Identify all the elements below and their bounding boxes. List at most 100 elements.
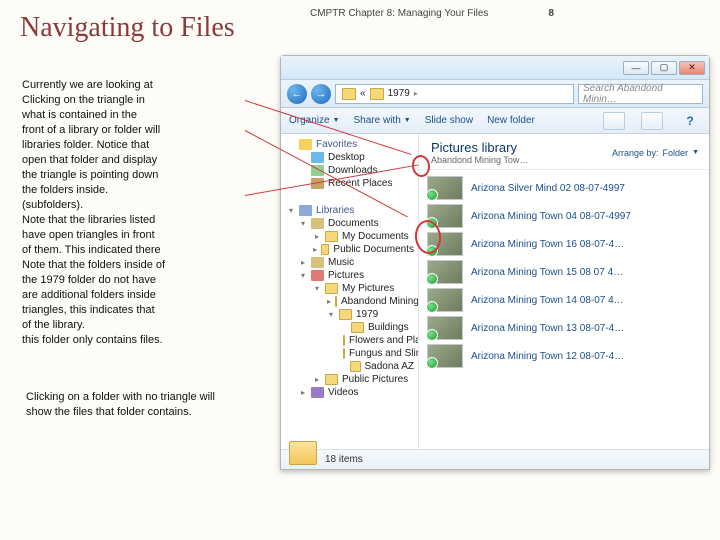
file-list[interactable]: Arizona Silver Mind 02 08-07-4997 Arizon… [419, 170, 709, 449]
tree-sadona: Sadona AZ [281, 360, 418, 373]
tree-downloads: Downloads [281, 164, 418, 177]
list-item[interactable]: Arizona Mining Town 16 08-07-4… [427, 230, 701, 258]
navigation-tree[interactable]: Favorites Desktop Downloads Recent Place… [281, 134, 419, 449]
crumb-1979[interactable]: 1979 [388, 88, 410, 99]
explanation-paragraph-1: Currently we are looking at Clicking on … [22, 78, 257, 348]
thumbnail-icon [427, 344, 463, 368]
triangle-down-icon[interactable] [327, 310, 335, 319]
tree-public-pictures: Public Pictures [281, 373, 418, 386]
search-input[interactable]: Search Abandond Minin… [578, 84, 703, 104]
back-button[interactable]: ← [287, 84, 307, 104]
slideshow-button[interactable]: Slide show [425, 115, 473, 126]
libraries-icon [299, 205, 312, 216]
minimize-button[interactable]: — [623, 61, 649, 75]
forward-button[interactable]: → [311, 84, 331, 104]
folder-icon [342, 88, 356, 100]
thumbnail-icon [427, 204, 463, 228]
videos-icon [311, 387, 324, 398]
tree-music: Music [281, 256, 418, 269]
preview-pane-button[interactable] [641, 112, 663, 130]
page-number: 8 [548, 8, 554, 19]
thumbnail-icon [427, 316, 463, 340]
triangle-down-icon[interactable] [299, 271, 307, 280]
view-button[interactable] [603, 112, 625, 130]
folder-icon [325, 283, 338, 294]
triangle-right-icon[interactable] [313, 232, 321, 241]
triangle-down-icon[interactable] [299, 219, 307, 228]
triangle-down-icon[interactable] [313, 284, 321, 293]
maximize-button[interactable]: ▢ [651, 61, 677, 75]
chevron-down-icon: ▼ [692, 149, 699, 156]
new-folder-button[interactable]: New folder [487, 115, 535, 126]
library-header: Pictures library Abandond Mining Tow… Ar… [419, 134, 709, 170]
library-subtitle: Abandond Mining Tow… [431, 155, 528, 165]
tree-my-documents: My Documents [281, 230, 418, 243]
chevron-down-icon: ▼ [333, 117, 340, 124]
thumbnail-icon [427, 176, 463, 200]
folder-icon [343, 335, 345, 346]
tree-buildings: Buildings [281, 321, 418, 334]
triangle-down-icon[interactable] [287, 206, 295, 215]
list-item[interactable]: Arizona Mining Town 12 08-07-4… [427, 342, 701, 370]
triangle-right-icon[interactable] [299, 388, 307, 397]
list-item[interactable]: Arizona Mining Town 14 08-07 4… [427, 286, 701, 314]
list-item[interactable]: Arizona Mining Town 13 08-07-4… [427, 314, 701, 342]
folder-icon [339, 309, 352, 320]
crumb-back[interactable]: « [360, 88, 366, 99]
status-bar: 18 items [281, 449, 709, 469]
address-bar: ← → « 1979 ▸ Search Abandond Minin… [281, 80, 709, 108]
thumbnail-icon [427, 232, 463, 256]
downloads-icon [311, 165, 324, 176]
triangle-right-icon[interactable] [313, 375, 321, 384]
library-title: Pictures library [431, 140, 528, 155]
chapter-label: CMPTR Chapter 8: Managing Your Files [310, 8, 488, 19]
triangle-right-icon[interactable] [299, 258, 307, 267]
star-icon [299, 139, 312, 150]
organize-menu[interactable]: Organize▼ [289, 115, 340, 126]
breadcrumb[interactable]: « 1979 ▸ [335, 84, 574, 104]
chevron-down-icon: ▼ [404, 117, 411, 124]
pictures-icon [311, 270, 324, 281]
folder-icon [325, 231, 338, 242]
tree-recent: Recent Places [281, 177, 418, 190]
list-item[interactable]: Arizona Mining Town 15 08 07 4… [427, 258, 701, 286]
folder-icon [335, 296, 337, 307]
folder-icon [350, 361, 361, 372]
music-icon [311, 257, 324, 268]
folder-icon [325, 374, 338, 385]
folder-icon [321, 244, 329, 255]
tree-public-documents: Public Documents [281, 243, 418, 256]
chevron-right-icon[interactable]: ▸ [414, 89, 418, 98]
window-titlebar[interactable]: — ▢ ✕ [281, 56, 709, 80]
list-item[interactable]: Arizona Silver Mind 02 08-07-4997 [427, 174, 701, 202]
folder-icon [289, 441, 317, 465]
documents-icon [311, 218, 324, 229]
tree-libraries: Libraries [281, 204, 418, 217]
folder-icon [351, 322, 364, 333]
tree-pictures: Pictures [281, 269, 418, 282]
explanation-paragraph-2: Clicking on a folder with no triangle wi… [26, 390, 236, 420]
arrange-by-menu[interactable]: Arrange by: Folder ▼ [612, 148, 699, 158]
tree-favorites: Favorites [281, 138, 418, 151]
tree-my-pictures: My Pictures [281, 282, 418, 295]
content-pane: Pictures library Abandond Mining Tow… Ar… [419, 134, 709, 449]
tree-fungus: Fungus and Slime [281, 347, 418, 360]
slide-header: CMPTR Chapter 8: Managing Your Files 8 [310, 8, 710, 19]
close-button[interactable]: ✕ [679, 61, 705, 75]
tree-documents: Documents [281, 217, 418, 230]
command-bar: Organize▼ Share with▼ Slide show New fol… [281, 108, 709, 134]
triangle-right-icon[interactable] [327, 297, 331, 306]
list-item[interactable]: Arizona Mining Town 04 08-07-4997 [427, 202, 701, 230]
folder-icon [370, 88, 384, 100]
thumbnail-icon [427, 288, 463, 312]
triangle-right-icon[interactable] [313, 245, 317, 254]
tree-flowers: Flowers and Plants [281, 334, 418, 347]
item-count: 18 items [325, 454, 363, 465]
help-button[interactable]: ? [679, 112, 701, 130]
tree-desktop: Desktop [281, 151, 418, 164]
share-menu[interactable]: Share with▼ [354, 115, 411, 126]
thumbnail-icon [427, 260, 463, 284]
folder-icon [343, 348, 345, 359]
explorer-window: — ▢ ✕ ← → « 1979 ▸ Search Abandond Minin… [280, 55, 710, 470]
tree-1979: 1979 [281, 308, 418, 321]
